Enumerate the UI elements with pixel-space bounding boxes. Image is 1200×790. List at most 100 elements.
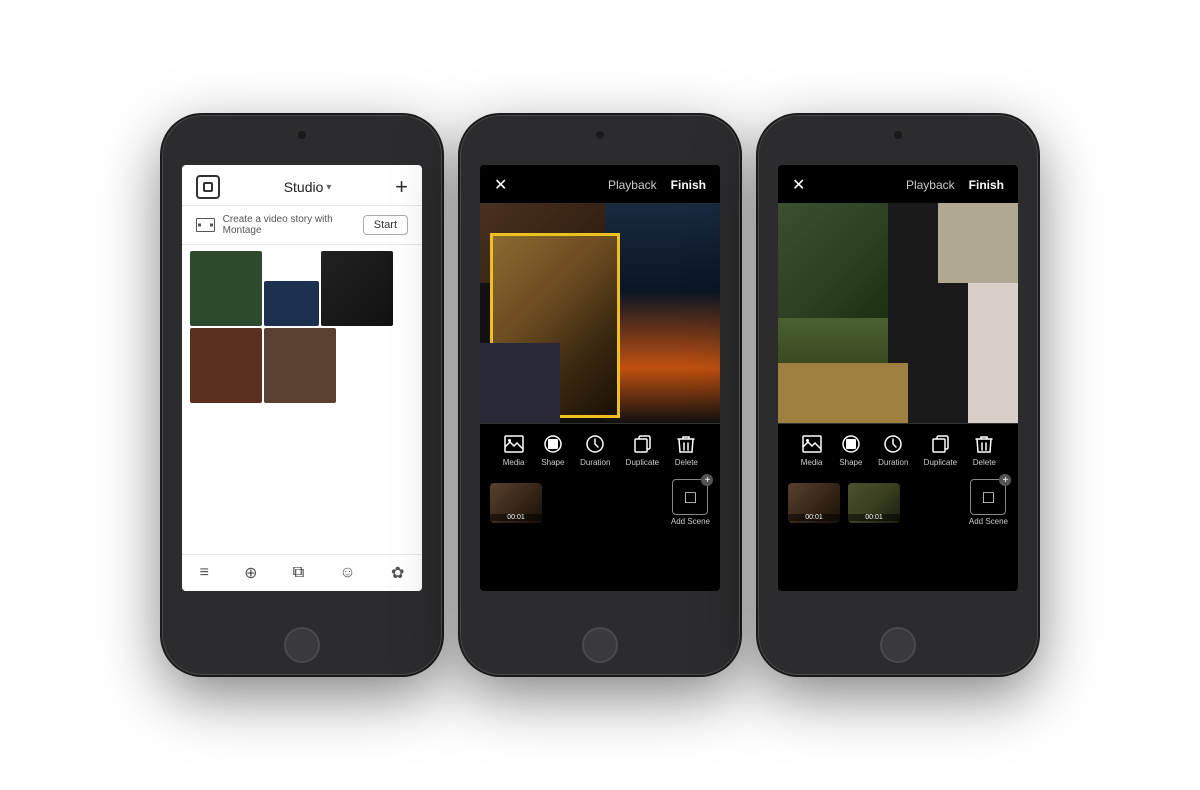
toolbar-media[interactable]: Media xyxy=(800,432,824,467)
add-scene-box: □ + xyxy=(970,479,1006,515)
add-scene-button[interactable]: □ + Add Scene xyxy=(969,479,1008,526)
nav-feed-icon[interactable]: ≡ xyxy=(200,564,209,582)
photo-grid xyxy=(182,245,422,411)
phone-2: ✕ Playback Finish xyxy=(460,115,740,675)
home-button[interactable] xyxy=(284,627,320,663)
scene-thumb-1[interactable]: 00:01 xyxy=(788,483,840,523)
camera-dot xyxy=(298,131,306,139)
scene-time-2: 00:01 xyxy=(848,514,900,521)
finish-button[interactable]: Finish xyxy=(671,178,706,192)
media-label: Media xyxy=(503,458,525,467)
phone-1: Studio ▾ + Create a video story with Mon… xyxy=(162,115,442,675)
logo-inner xyxy=(203,182,213,192)
add-plus-icon: + xyxy=(701,474,713,486)
toolbar-duration[interactable]: Duration xyxy=(878,432,908,467)
add-scene-icon: □ xyxy=(685,488,696,506)
scene3-gray-image xyxy=(938,203,1018,283)
photo-blue[interactable] xyxy=(264,281,319,326)
scene3-dark-strip xyxy=(888,203,938,283)
duration-icon xyxy=(881,432,905,456)
nav-explore-icon[interactable]: ⊕ xyxy=(244,563,257,583)
shape-icon xyxy=(839,432,863,456)
add-scene-label: Add Scene xyxy=(969,517,1008,526)
shape-label: Shape xyxy=(839,458,862,467)
film-icon xyxy=(196,218,215,232)
phone2-toolbar: Media Shape xyxy=(480,423,720,473)
add-scene-icon: □ xyxy=(983,488,994,506)
shape-icon xyxy=(541,432,565,456)
camera-dot xyxy=(596,131,604,139)
duplicate-icon xyxy=(928,432,952,456)
photo-dark[interactable] xyxy=(321,251,393,326)
phones-container: Studio ▾ + Create a video story with Mon… xyxy=(162,115,1038,675)
playback-button[interactable]: Playback xyxy=(906,178,955,192)
phone2-topbar: ✕ Playback Finish xyxy=(480,165,720,203)
phone2-timeline: 00:01 □ + Add Scene xyxy=(480,473,720,532)
photo-rust[interactable] xyxy=(190,328,262,403)
grid-row-2 xyxy=(190,328,414,403)
nav-studio-icon[interactable]: ⧉ xyxy=(293,564,304,582)
media-icon xyxy=(502,432,526,456)
toolbar-delete[interactable]: Delete xyxy=(674,432,698,467)
duration-label: Duration xyxy=(580,458,610,467)
finish-button[interactable]: Finish xyxy=(969,178,1004,192)
add-scene-label: Add Scene xyxy=(671,517,710,526)
add-plus-icon: + xyxy=(999,474,1011,486)
toolbar-duration[interactable]: Duration xyxy=(580,432,610,467)
phone2-screen: ✕ Playback Finish xyxy=(480,165,720,591)
add-scene-box: □ + xyxy=(672,479,708,515)
home-button[interactable] xyxy=(880,627,916,663)
toolbar-duplicate[interactable]: Duplicate xyxy=(626,432,659,467)
studio-title-area[interactable]: Studio ▾ xyxy=(284,179,332,195)
delete-icon xyxy=(972,432,996,456)
studio-label: Studio xyxy=(284,179,324,195)
duplicate-icon xyxy=(630,432,654,456)
phone-3: ✕ Playback Finish xyxy=(758,115,1038,675)
delete-label: Delete xyxy=(973,458,996,467)
playback-button[interactable]: Playback xyxy=(608,178,657,192)
scene2-small-image xyxy=(480,343,560,423)
duplicate-label: Duplicate xyxy=(924,458,957,467)
phone1-screen: Studio ▾ + Create a video story with Mon… xyxy=(182,165,422,591)
delete-icon xyxy=(674,432,698,456)
delete-label: Delete xyxy=(675,458,698,467)
toolbar-shape[interactable]: Shape xyxy=(839,432,863,467)
media-label: Media xyxy=(801,458,823,467)
scene-time-1: 00:01 xyxy=(490,514,542,521)
toolbar-delete[interactable]: Delete xyxy=(972,432,996,467)
close-button[interactable]: ✕ xyxy=(494,175,507,195)
scene-thumb-1[interactable]: 00:01 xyxy=(490,483,542,523)
add-scene-button[interactable]: □ + Add Scene xyxy=(671,479,710,526)
nav-profile-icon[interactable]: ☺ xyxy=(339,564,355,582)
phone3-screen: ✕ Playback Finish xyxy=(778,165,1018,591)
scene3-bird-image xyxy=(968,283,1018,423)
nav-settings-icon[interactable]: ✿ xyxy=(391,563,404,583)
scene3-gold-strip xyxy=(778,363,908,423)
toolbar-duplicate[interactable]: Duplicate xyxy=(924,432,957,467)
duration-icon xyxy=(583,432,607,456)
duration-label: Duration xyxy=(878,458,908,467)
close-button[interactable]: ✕ xyxy=(792,175,805,195)
toolbar-shape[interactable]: Shape xyxy=(541,432,565,467)
chevron-down-icon: ▾ xyxy=(326,182,331,193)
home-button[interactable] xyxy=(582,627,618,663)
add-button[interactable]: + xyxy=(395,176,408,198)
grid-row-1 xyxy=(190,251,414,326)
scene-thumb-2[interactable]: 00:01 xyxy=(848,483,900,523)
duplicate-label: Duplicate xyxy=(626,458,659,467)
toolbar-media[interactable]: Media xyxy=(502,432,526,467)
scene-time-1: 00:01 xyxy=(788,514,840,521)
start-button[interactable]: Start xyxy=(363,215,408,235)
photo-green[interactable] xyxy=(190,251,262,326)
topbar-right: Playback Finish xyxy=(608,178,706,192)
scene-canvas-3 xyxy=(778,203,1018,423)
photo-cat[interactable] xyxy=(264,328,336,403)
phone3-toolbar: Media Shape xyxy=(778,423,1018,473)
montage-bar: Create a video story with Montage Start xyxy=(182,206,422,245)
scene3-tree-image xyxy=(778,203,888,318)
montage-left: Create a video story with Montage xyxy=(196,214,363,236)
camera-dot xyxy=(894,131,902,139)
phone3-topbar: ✕ Playback Finish xyxy=(778,165,1018,203)
media-icon xyxy=(800,432,824,456)
bottom-nav: ≡ ⊕ ⧉ ☺ ✿ xyxy=(182,554,422,591)
